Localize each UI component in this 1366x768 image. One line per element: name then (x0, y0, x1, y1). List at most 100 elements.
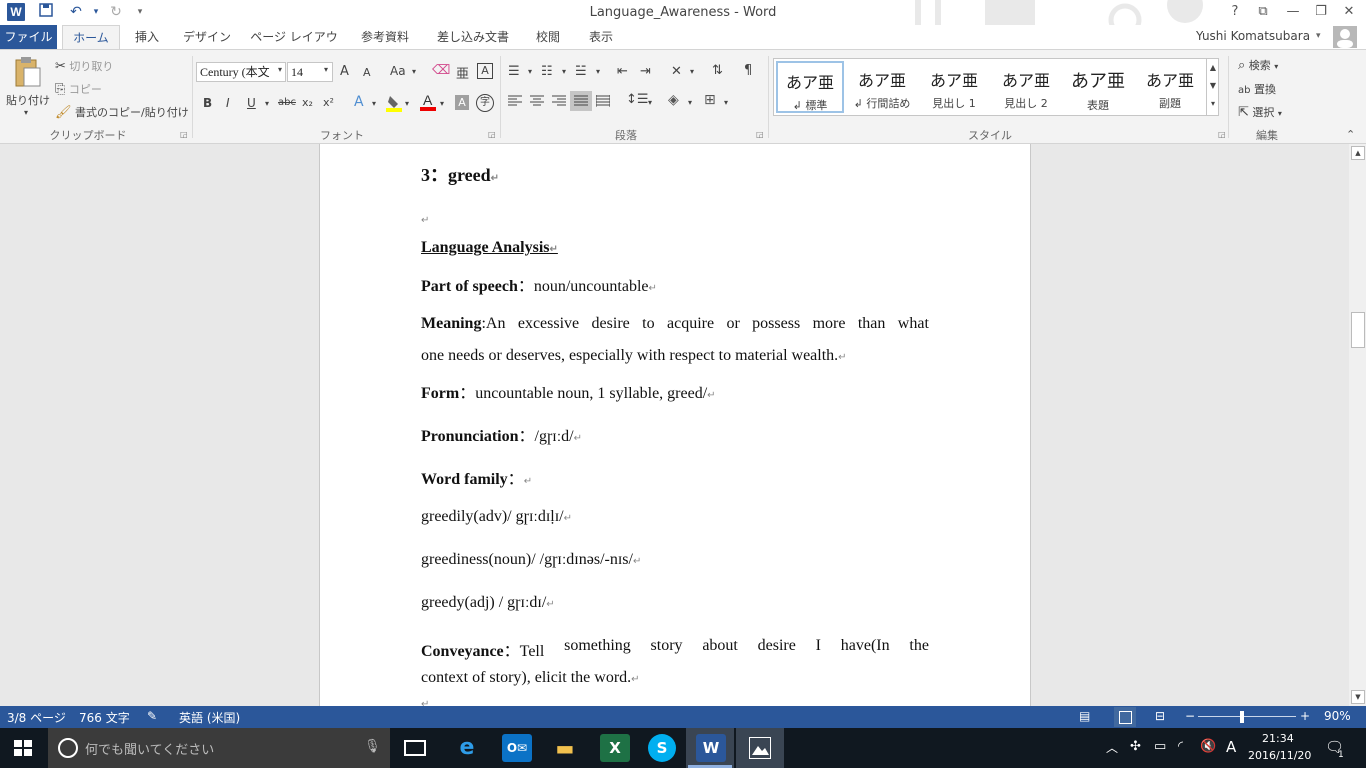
photos-taskbar-button[interactable] (736, 728, 784, 768)
word-family-line[interactable]: Word family：↵ (421, 465, 532, 489)
wifi-icon[interactable]: ◜ (1178, 739, 1183, 754)
change-case-button[interactable]: Aa (390, 64, 406, 78)
bullets-icon[interactable]: ☰ (508, 64, 520, 79)
style-heading-1[interactable]: あア亜 見出し 1 (920, 61, 988, 113)
grow-font-button[interactable]: A (340, 64, 349, 79)
style-no-spacing[interactable]: あア亜 ↲ 行間詰め (848, 61, 916, 113)
underline-dropdown-icon[interactable]: ▾ (265, 99, 269, 108)
italic-button[interactable]: I (226, 96, 230, 110)
font-color-dropdown-icon[interactable]: ▾ (440, 99, 444, 108)
task-view-icon[interactable] (404, 740, 426, 756)
scroll-up-icon[interactable]: ▲ (1351, 146, 1365, 160)
styles-launcher-icon[interactable]: ◲ (1218, 130, 1226, 139)
web-layout-icon[interactable]: ⊟ (1155, 709, 1165, 723)
section-title[interactable]: Language Analysis↵ (421, 239, 558, 257)
proofing-icon[interactable]: ✎ (147, 709, 157, 723)
word-count[interactable]: 766 文字 (79, 709, 130, 726)
increase-indent-icon[interactable]: ⇥ (640, 64, 651, 79)
decrease-indent-icon[interactable]: ⇤ (617, 64, 628, 79)
styles-scroll[interactable]: ▲ ▼ ▾ (1206, 59, 1219, 115)
cut-button[interactable]: ✂ 切り取り (55, 58, 113, 74)
microphone-icon[interactable]: 🎙 (364, 739, 381, 754)
tab-mailings[interactable]: 差し込み文書 (430, 25, 516, 49)
paste-dropdown-icon[interactable]: ▾ (24, 108, 28, 117)
style-subtitle[interactable]: あア亜 副題 (1136, 61, 1204, 113)
bold-button[interactable]: B (203, 96, 212, 110)
scroll-thumb[interactable] (1351, 312, 1365, 348)
word-taskbar-button[interactable]: W (686, 728, 734, 768)
superscript-button[interactable]: x² (323, 96, 334, 109)
help-button[interactable]: ? (1224, 2, 1246, 22)
avatar[interactable] (1333, 26, 1357, 48)
explorer-icon[interactable]: ▬ (550, 734, 580, 762)
ime-indicator[interactable]: A (1226, 738, 1236, 756)
tab-file[interactable]: ファイル (0, 25, 57, 49)
outlook-icon[interactable]: O✉ (502, 734, 532, 762)
empty-paragraph[interactable]: ↵ (421, 210, 429, 228)
style-title[interactable]: あア亜 表題 (1064, 61, 1132, 113)
family-item[interactable]: greedy(adj) / gɼɪːdɪ/↵ (421, 594, 555, 612)
line-spacing-dropdown-icon[interactable]: ▾ (648, 98, 652, 107)
shading-dropdown-icon[interactable]: ▾ (688, 98, 692, 107)
show-marks-icon[interactable]: ¶ (744, 63, 752, 78)
zoom-in-icon[interactable]: + (1300, 709, 1310, 723)
windows-start-icon[interactable] (14, 740, 32, 756)
borders-icon[interactable]: ⊞ (704, 92, 716, 108)
part-of-speech-line[interactable]: Part of speech：noun/uncountable↵ (421, 272, 657, 296)
user-dropdown-icon[interactable]: ▾ (1316, 31, 1321, 41)
text-direction-icon[interactable]: ✕ (671, 64, 682, 79)
paste-button[interactable]: 貼り付け (6, 92, 50, 108)
paste-icon[interactable] (10, 56, 44, 88)
clock-time[interactable]: 21:34 (1262, 732, 1294, 745)
tab-insert[interactable]: 挿入 (126, 25, 168, 49)
tab-home[interactable]: ホーム (62, 25, 120, 50)
font-color-icon[interactable]: A (420, 92, 436, 112)
justify-icon[interactable] (570, 91, 592, 111)
family-item[interactable]: greedily(adv)/ gɼɪːdɪḷɪ/↵ (421, 508, 572, 526)
tab-page-layout[interactable]: ページ レイアウト (246, 25, 342, 68)
shading-icon[interactable]: ◈ (668, 92, 679, 108)
select-button[interactable]: ⇱ 選択 ▾ (1238, 104, 1282, 120)
replace-button[interactable]: ab 置換 (1238, 81, 1276, 97)
network-app-icon[interactable]: ✣ (1130, 739, 1141, 754)
collapse-ribbon-icon[interactable]: ⌃ (1346, 128, 1355, 141)
style-normal[interactable]: あア亜 ↲ 標準 (776, 61, 844, 113)
zoom-out-icon[interactable]: − (1185, 709, 1195, 723)
numbering-dropdown-icon[interactable]: ▾ (562, 67, 566, 76)
edge-icon[interactable]: e (452, 734, 482, 762)
page-count[interactable]: 3/8 ページ (7, 709, 66, 726)
change-case-dropdown-icon[interactable]: ▾ (412, 67, 416, 76)
character-shading-icon[interactable]: A (455, 95, 469, 110)
zoom-level[interactable]: 90% (1324, 709, 1351, 723)
excel-icon[interactable]: X (600, 734, 630, 762)
enclose-characters-icon[interactable]: 字 (476, 94, 494, 112)
vertical-scrollbar[interactable]: ▲ ▼ (1349, 144, 1366, 706)
line-spacing-icon[interactable]: ↕☰ (626, 92, 649, 107)
font-launcher-icon[interactable]: ◲ (488, 130, 496, 139)
battery-icon[interactable]: ▭ (1154, 739, 1166, 754)
tab-design[interactable]: デザイン (178, 25, 236, 49)
phonetic-guide-icon[interactable]: 亜 (456, 63, 469, 82)
form-line[interactable]: Form：uncountable noun, 1 syllable, greed… (421, 379, 716, 403)
conveyance-line-1[interactable]: Conveyance：Tell something story about de… (421, 637, 929, 661)
tab-review[interactable]: 校閲 (526, 25, 570, 49)
conveyance-line-2[interactable]: context of story), elicit the word.↵ (421, 669, 640, 687)
bullets-dropdown-icon[interactable]: ▾ (528, 67, 532, 76)
read-mode-icon[interactable]: ▤ (1079, 709, 1090, 723)
font-name-dropdown-icon[interactable]: ▾ (278, 65, 282, 74)
clipboard-launcher-icon[interactable]: ◲ (180, 130, 188, 139)
heading[interactable]: 3：greed↵ (421, 161, 499, 187)
font-name-box[interactable]: Century (本文 (196, 62, 286, 82)
scroll-down-icon[interactable]: ▼ (1351, 690, 1365, 704)
volume-muted-icon[interactable]: 🔇 (1200, 739, 1216, 754)
user-name[interactable]: Yushi Komatsubara (1196, 29, 1310, 43)
search-box[interactable]: 何でも聞いてください 🎙 (48, 728, 390, 768)
align-center-icon[interactable] (530, 95, 544, 110)
text-direction-dropdown-icon[interactable]: ▾ (690, 67, 694, 76)
restore-button[interactable]: ❐ (1310, 2, 1332, 22)
tab-view[interactable]: 表示 (580, 25, 622, 49)
chevron-up-icon[interactable]: ︿ (1106, 739, 1118, 756)
multilevel-list-icon[interactable]: ☱ (575, 64, 587, 79)
distributed-icon[interactable] (595, 95, 611, 110)
ribbon-display-button[interactable]: ⧉ (1252, 2, 1274, 22)
